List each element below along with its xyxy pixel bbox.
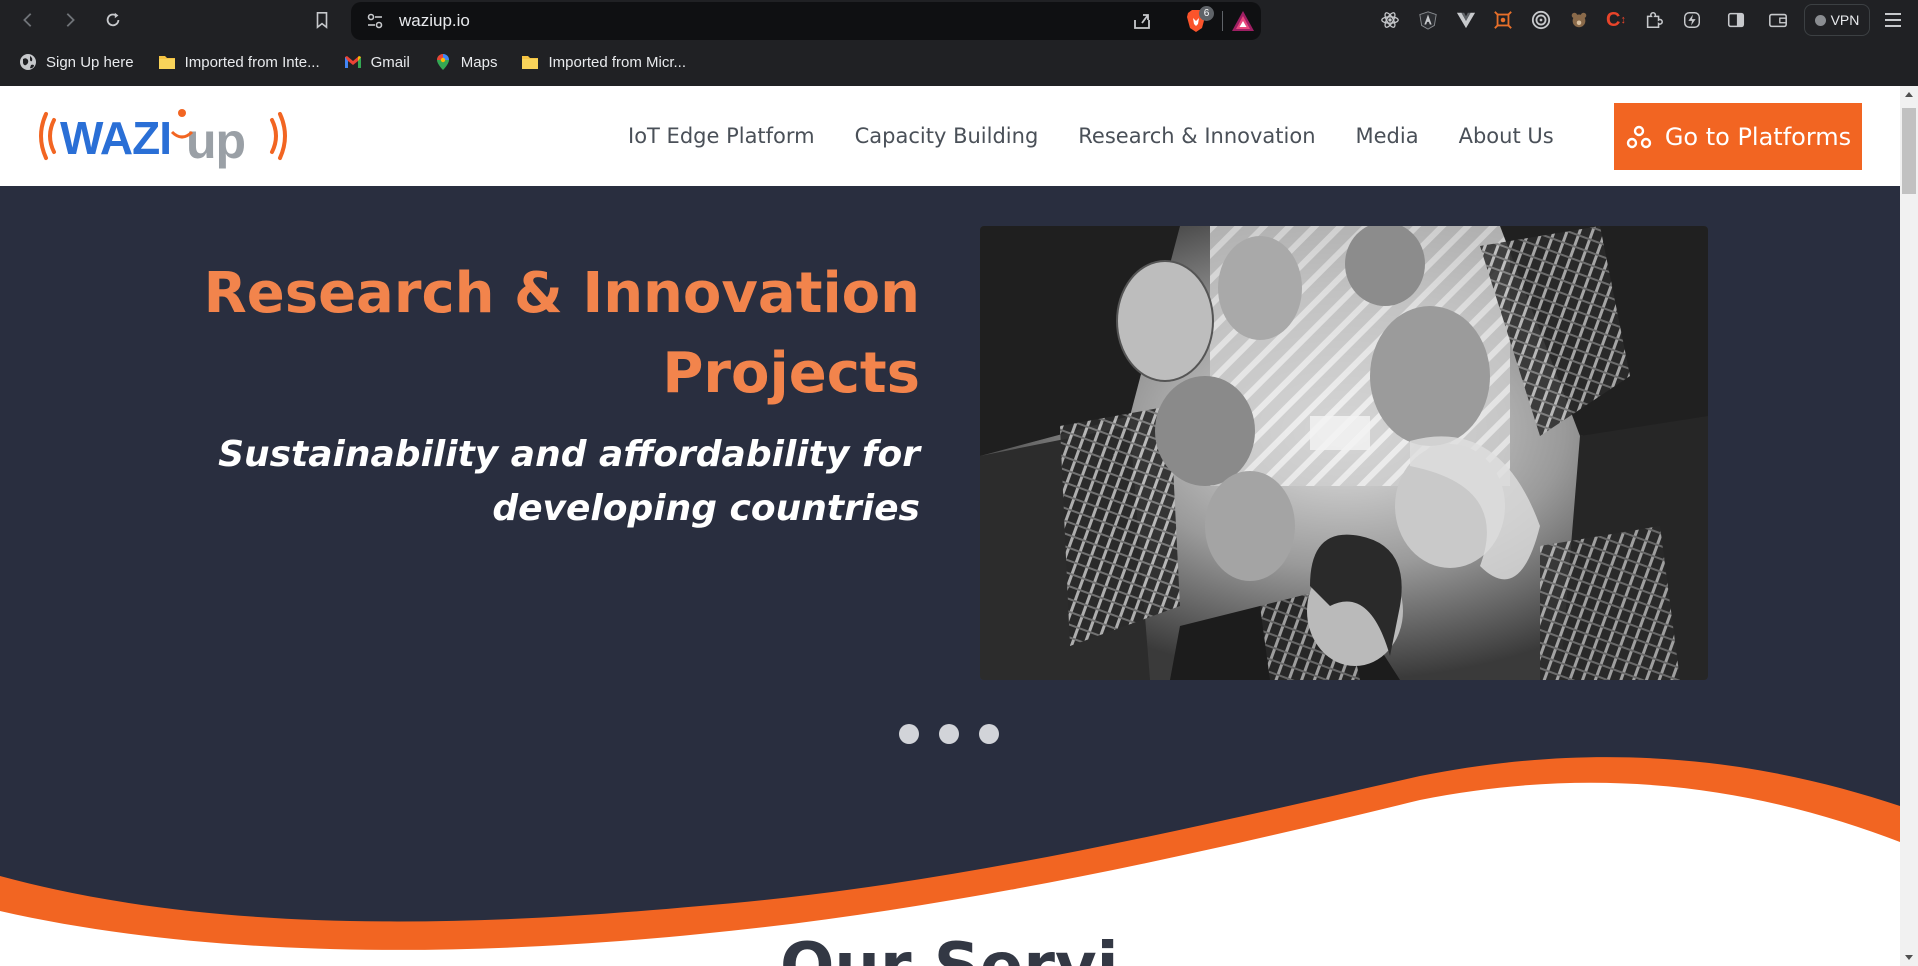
carousel-dot[interactable]: [979, 724, 999, 744]
angular-devtools-icon[interactable]: [1417, 9, 1439, 31]
platforms-icon: [1626, 125, 1652, 148]
reload-button[interactable]: [99, 6, 127, 34]
bookmark-folder-imported-ie[interactable]: Imported from Inte...: [158, 47, 320, 77]
globe-icon: [20, 54, 36, 70]
web-page: Research & Innovation Projects Sustainab…: [0, 86, 1900, 966]
nav-iot-edge-platform[interactable]: IoT Edge Platform: [628, 124, 815, 148]
bear-extension-icon[interactable]: [1568, 9, 1590, 31]
reload-icon: [106, 12, 120, 27]
hamburger-menu-icon[interactable]: [1882, 9, 1904, 31]
share-icon[interactable]: [1131, 10, 1153, 32]
shields-count-badge: 6: [1199, 6, 1214, 21]
site-header: WAZI up IoT Edge Platform Capacity Build…: [0, 86, 1900, 186]
hero-section: Research & Innovation Projects Sustainab…: [0, 186, 1900, 966]
scrollbar-thumb[interactable]: [1902, 108, 1916, 194]
scroll-up-arrow-icon[interactable]: [1905, 92, 1913, 97]
scroll-down-arrow-icon[interactable]: [1905, 955, 1913, 960]
brave-rewards-icon[interactable]: [1231, 10, 1255, 32]
carousel-dot[interactable]: [939, 724, 959, 744]
team-group-photo: [980, 226, 1708, 680]
lightning-extension-icon[interactable]: [1681, 9, 1703, 31]
vpn-status-icon: [1814, 14, 1826, 26]
site-settings-icon[interactable]: [365, 11, 385, 31]
bookmarks-bar: Sign Up here Imported from Inte... Gmail…: [0, 46, 691, 78]
css-scan-icon[interactable]: C ↕: [1605, 9, 1627, 31]
extensions-puzzle-icon[interactable]: [1643, 9, 1665, 31]
nav-about-us[interactable]: About Us: [1459, 124, 1554, 148]
target-extension-icon[interactable]: [1530, 9, 1552, 31]
bookmark-page-button[interactable]: [308, 6, 336, 34]
hero-title-line: Research & Innovation: [203, 261, 920, 326]
bookmark-label: Imported from Micr...: [548, 53, 687, 71]
gmail-icon: [344, 56, 361, 68]
go-to-platforms-label: Go to Platforms: [1664, 122, 1852, 151]
bookmark-folder-imported-edge[interactable]: Imported from Micr...: [521, 47, 686, 77]
wallet-icon[interactable]: [1767, 9, 1789, 31]
bookmark-label: Gmail: [370, 53, 410, 71]
hero-title-line: Projects: [662, 341, 920, 406]
back-arrow-icon: [23, 13, 32, 27]
bug-extension-icon[interactable]: [1492, 9, 1514, 31]
hero-title: Research & Innovation Projects: [200, 254, 920, 414]
bookmark-gmail[interactable]: Gmail: [344, 47, 410, 77]
sidebar-toggle-icon[interactable]: [1725, 9, 1747, 31]
carousel-dots: [899, 724, 999, 744]
bookmark-label: Imported from Inte...: [184, 53, 320, 71]
carousel-dot[interactable]: [899, 724, 919, 744]
bookmark-label: Maps: [460, 53, 498, 71]
browser-chrome: waziup.io 6 C ↕ VPN Sign Up here Importe…: [0, 0, 1918, 86]
folder-icon: [158, 56, 175, 69]
maps-icon: [436, 54, 449, 70]
bookmark-label: Sign Up here: [46, 53, 134, 71]
url-text[interactable]: waziup.io: [399, 11, 470, 31]
vue-devtools-icon[interactable]: [1455, 9, 1477, 31]
forward-arrow-icon: [66, 13, 75, 27]
browser-toolbar: waziup.io 6 C ↕ VPN: [0, 0, 1918, 40]
bookmark-sign-up[interactable]: Sign Up here: [19, 47, 134, 77]
page-scrollbar[interactable]: [1900, 86, 1918, 966]
bookmark-maps[interactable]: Maps: [434, 47, 498, 77]
svg-text:up: up: [186, 113, 245, 169]
hero-subtitle-line: Sustainability and affordability for: [218, 434, 920, 475]
main-navigation: IoT Edge Platform Capacity Building Rese…: [628, 116, 1594, 156]
react-devtools-icon[interactable]: [1379, 9, 1401, 31]
hero-subtitle: Sustainability and affordability for dev…: [200, 428, 920, 536]
go-to-platforms-button[interactable]: Go to Platforms: [1614, 103, 1862, 170]
vpn-label: VPN: [1830, 12, 1860, 28]
bookmark-icon: [316, 11, 328, 29]
nav-research-innovation[interactable]: Research & Innovation: [1078, 124, 1315, 148]
folder-icon: [522, 56, 539, 69]
address-bar[interactable]: waziup.io 6: [351, 2, 1261, 40]
vpn-button[interactable]: VPN: [1804, 4, 1870, 36]
nav-media[interactable]: Media: [1356, 124, 1419, 148]
forward-button[interactable]: [56, 6, 84, 34]
back-button[interactable]: [14, 6, 42, 34]
omnibox-divider: [1222, 11, 1223, 31]
next-section-heading: Our Servi: [780, 930, 1119, 966]
nav-capacity-building[interactable]: Capacity Building: [855, 124, 1039, 148]
waziup-logo[interactable]: WAZI up: [36, 100, 290, 172]
svg-text:WAZI: WAZI: [60, 112, 171, 164]
hero-subtitle-line: developing countries: [492, 488, 920, 529]
